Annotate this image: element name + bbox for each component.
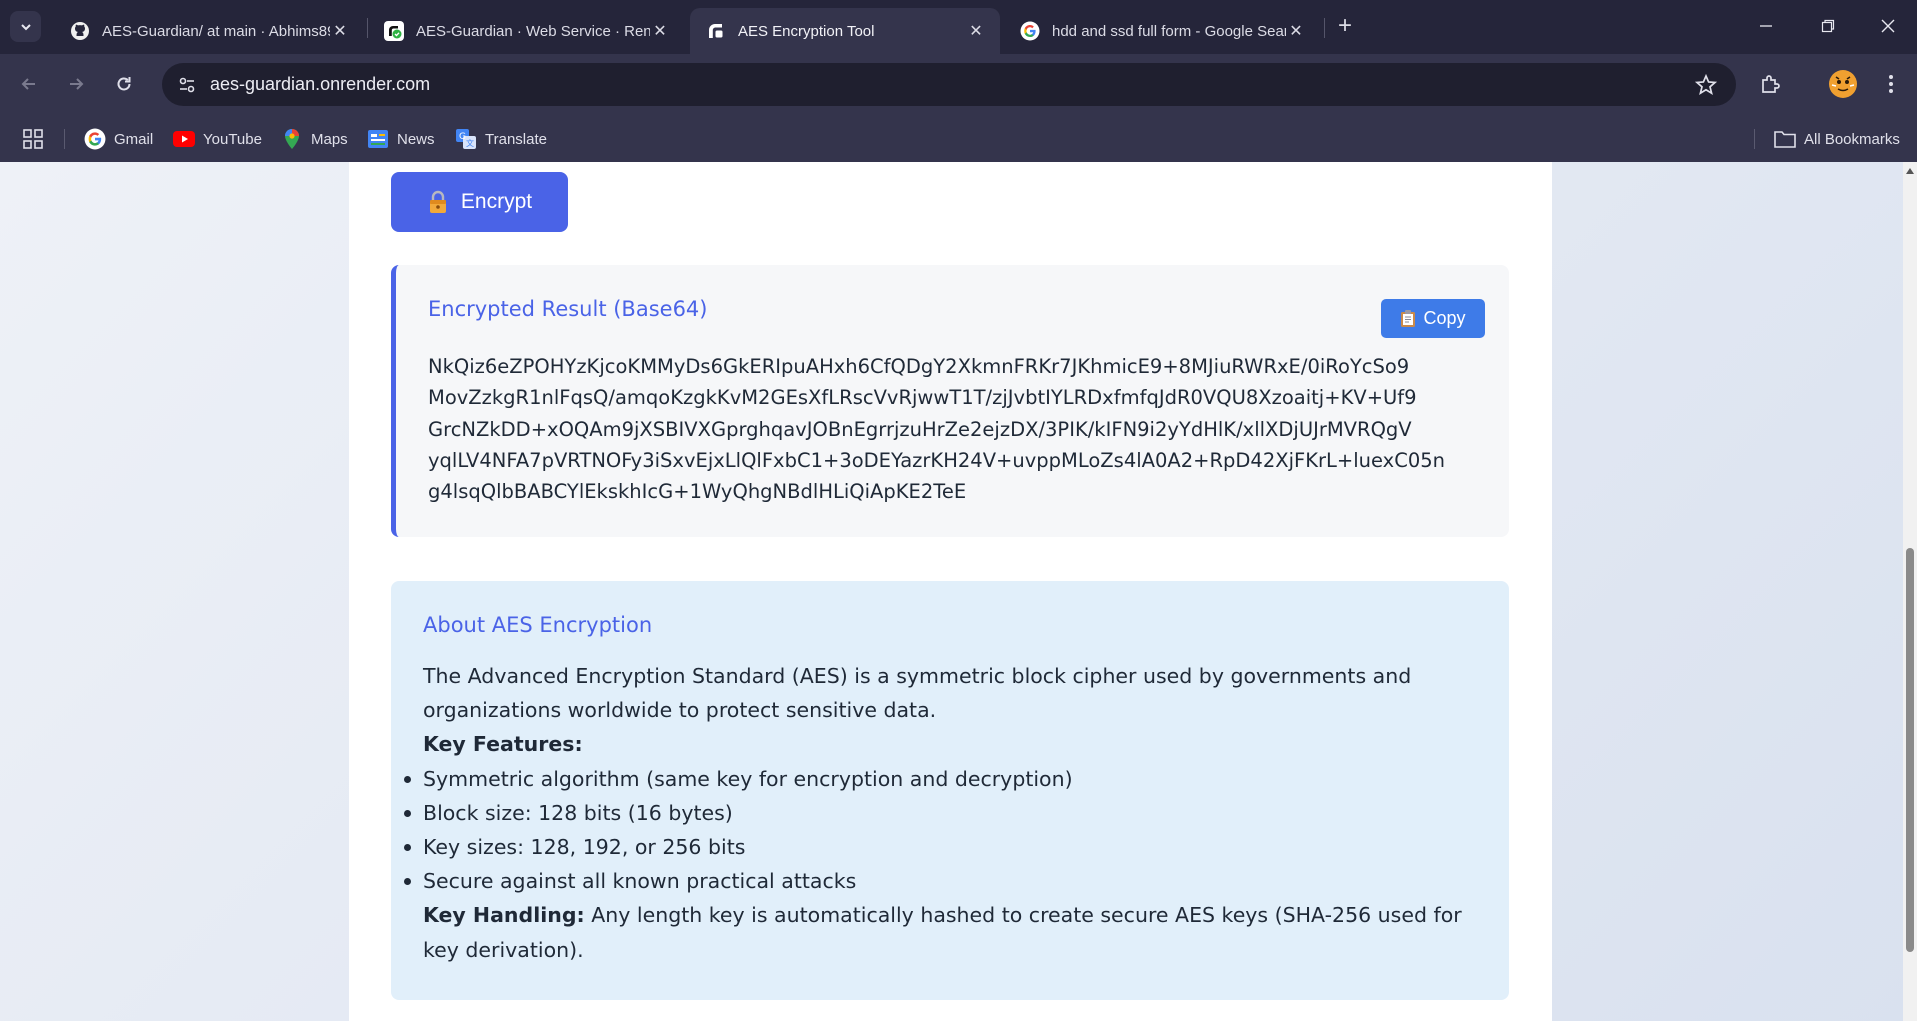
tab-google-search[interactable]: hdd and ssd full form - Google Search ✕ <box>1004 8 1320 54</box>
result-title: Encrypted Result (Base64) <box>428 297 708 321</box>
reload-icon <box>117 77 131 91</box>
svg-text:G: G <box>459 132 466 142</box>
minimize-icon <box>1760 25 1772 27</box>
features-list: Symmetric algorithm (same key for encryp… <box>404 762 1483 899</box>
features-heading: Key Features: <box>423 732 583 757</box>
feature-item: Secure against all known practical attac… <box>404 864 1483 898</box>
svg-text:文: 文 <box>466 138 474 148</box>
bookmark-youtube[interactable]: YouTube <box>173 116 262 162</box>
copy-button[interactable]: Copy <box>1381 299 1485 338</box>
close-icon[interactable]: ✕ <box>966 21 986 41</box>
render-icon <box>706 21 726 41</box>
bookmarks-bar: Gmail YouTube Maps News G文 Translate All… <box>0 116 1917 162</box>
bookmark-separator <box>64 129 65 149</box>
scrollbar-thumb[interactable] <box>1906 548 1914 952</box>
bookmark-label: Maps <box>311 130 348 148</box>
tab-title: AES Encryption Tool <box>738 22 875 40</box>
encrypt-button-label: Encrypt <box>460 190 533 213</box>
tab-title: hdd and ssd full form - Google Search <box>1052 22 1286 40</box>
bookmark-news[interactable]: News <box>367 116 435 162</box>
about-title: About AES Encryption <box>423 613 653 637</box>
address-bar[interactable]: aes-guardian.onrender.com <box>162 63 1736 106</box>
back-button[interactable] <box>13 68 45 100</box>
bookmark-label: Gmail <box>114 130 154 148</box>
feature-item: Symmetric algorithm (same key for encryp… <box>404 762 1483 796</box>
bookmark-separator <box>1754 129 1755 149</box>
restore-button[interactable] <box>1810 10 1846 42</box>
clipboard-icon <box>1400 309 1416 328</box>
tab-render-dashboard[interactable]: AES-Guardian · Web Service · Render ✕ <box>368 8 684 54</box>
about-body: The Advanced Encryption Standard (AES) i… <box>404 659 1483 967</box>
key-handling-label: Key Handling: <box>423 903 585 928</box>
tab-aes-tool[interactable]: AES Encryption Tool ✕ <box>690 8 1000 54</box>
encrypt-button[interactable]: Encrypt <box>391 172 568 232</box>
chevron-down-icon <box>20 23 31 30</box>
close-icon <box>1881 19 1895 33</box>
tab-title: AES-Guardian · Web Service · Render <box>416 22 650 40</box>
reload-button[interactable] <box>108 68 140 100</box>
close-icon[interactable]: ✕ <box>650 21 670 41</box>
ciphertext-output[interactable]: NkQiz6eZPOHYzKjcoKMMyDs6GkERIpuAHxh6CfQD… <box>428 351 1488 507</box>
tab-strip: AES-Guardian/ at main · Abhims89 ✕ AES-G… <box>0 0 1917 54</box>
close-window-button[interactable] <box>1870 10 1906 42</box>
news-icon <box>367 128 389 150</box>
youtube-icon <box>173 128 195 150</box>
bookmark-translate[interactable]: G文 Translate <box>455 116 547 162</box>
github-icon <box>70 21 90 41</box>
about-aes-panel: About AES Encryption The Advanced Encryp… <box>391 581 1509 1000</box>
google-icon <box>1020 21 1040 41</box>
encrypted-result-panel: Encrypted Result (Base64) Copy NkQiz6eZP… <box>391 265 1509 537</box>
about-intro: The Advanced Encryption Standard (AES) i… <box>423 664 1412 723</box>
translate-icon: G文 <box>455 128 477 150</box>
scrollbar[interactable] <box>1903 162 1917 1021</box>
minimize-button[interactable] <box>1748 10 1784 42</box>
feature-item: Block size: 128 bits (16 bytes) <box>404 796 1483 830</box>
bookmark-label: Translate <box>485 130 547 148</box>
star-icon[interactable] <box>1694 73 1718 97</box>
new-tab-button[interactable]: + <box>1331 12 1359 40</box>
copy-button-label: Copy <box>1423 308 1466 328</box>
all-bookmarks-button[interactable]: All Bookmarks <box>1774 116 1900 162</box>
page-viewport: Encrypt Encrypted Result (Base64) Copy N… <box>0 162 1917 1021</box>
maps-icon <box>281 128 303 150</box>
bookmark-label: YouTube <box>203 130 262 148</box>
feature-item: Key sizes: 128, 192, or 256 bits <box>404 830 1483 864</box>
google-icon <box>84 128 106 150</box>
folder-icon <box>1774 128 1796 150</box>
arrow-right-icon <box>70 78 84 90</box>
bookmark-label: News <box>397 130 435 148</box>
key-handling-paragraph: Key Handling: Any length key is automati… <box>423 898 1483 966</box>
bookmark-maps[interactable]: Maps <box>281 116 348 162</box>
arrow-left-icon <box>21 78 35 90</box>
tab-github[interactable]: AES-Guardian/ at main · Abhims89 ✕ <box>54 8 364 54</box>
browser-toolbar: aes-guardian.onrender.com Gmail YouTube <box>0 54 1917 168</box>
render-icon <box>384 21 404 41</box>
forward-button[interactable] <box>60 68 92 100</box>
apps-button[interactable] <box>22 116 44 162</box>
close-icon[interactable]: ✕ <box>330 21 350 41</box>
ciphertext-line: GrcNZkDD+xOQAm9jXSBIVXGprghqavJOBnEgrrjz… <box>428 417 1412 441</box>
profile-avatar[interactable] <box>1827 68 1859 100</box>
ciphertext-line: yqlLV4NFA7pVRTNOFy3iSxvEjxLlQlFxbC1+3oDE… <box>428 448 1445 472</box>
ciphertext-line: MovZzkgR1nlFqsQ/amqoKzgkKvM2GEsXfLRscVvR… <box>428 386 1417 410</box>
apps-grid-icon <box>23 129 43 149</box>
menu-icon[interactable] <box>1875 68 1907 100</box>
bookmark-label: All Bookmarks <box>1804 130 1900 148</box>
tab-separator <box>1324 18 1325 38</box>
bookmark-gmail[interactable]: Gmail <box>84 116 153 162</box>
tab-search-button[interactable] <box>10 11 41 42</box>
close-icon[interactable]: ✕ <box>1286 21 1306 41</box>
url-text[interactable]: aes-guardian.onrender.com <box>210 63 430 106</box>
ciphertext-line: NkQiz6eZPOHYzKjcoKMMyDs6GkERIpuAHxh6CfQD… <box>428 355 1410 378</box>
lock-icon <box>427 190 449 214</box>
scroll-up-arrow-icon[interactable] <box>1906 168 1914 174</box>
ciphertext-line: g4lsqQlbBABCYlEkskhIcG+1WyQhgNBdlHLiQiAp… <box>428 480 967 504</box>
tab-title: AES-Guardian/ at main · Abhims89 <box>102 22 330 40</box>
tool-card: Encrypt Encrypted Result (Base64) Copy N… <box>349 162 1552 1021</box>
extensions-icon[interactable] <box>1754 68 1786 100</box>
restore-icon <box>1821 19 1835 33</box>
site-info-icon[interactable] <box>172 70 202 100</box>
